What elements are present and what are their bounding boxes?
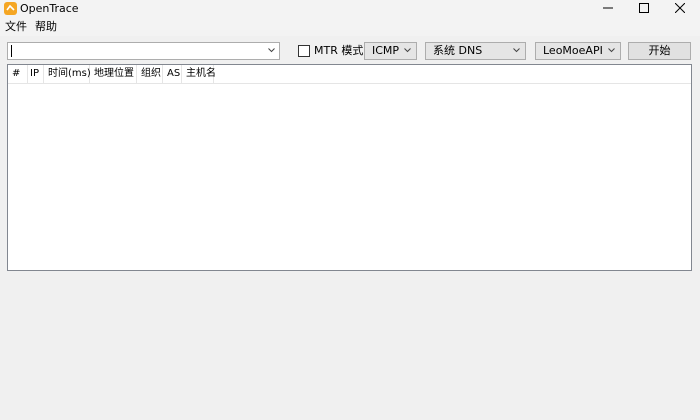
- app-window: OpenTrace 文件 帮助 MTR 模式 ICMP 系统 DNS LeoMo…: [0, 0, 700, 420]
- dns-select[interactable]: 系统 DNS: [425, 42, 526, 60]
- column-header-label: 主机名: [186, 68, 216, 79]
- column-header-location[interactable]: 地理位置: [90, 65, 137, 84]
- column-header-label: 时间(ms): [48, 68, 91, 79]
- mtr-mode-label[interactable]: MTR 模式: [314, 44, 363, 57]
- chevron-down-icon: [513, 48, 520, 53]
- column-header-hop[interactable]: #: [8, 65, 28, 84]
- chevron-down-icon: [608, 48, 615, 53]
- dns-select-value: 系统 DNS: [433, 44, 483, 57]
- column-header-label: #: [12, 68, 21, 79]
- opentrace-logo-icon: [4, 2, 17, 15]
- menu-help[interactable]: 帮助: [35, 20, 57, 33]
- maximize-button[interactable]: [624, 0, 664, 17]
- column-header-as[interactable]: AS: [163, 65, 182, 84]
- title-bar[interactable]: OpenTrace: [0, 0, 700, 17]
- column-header-hostname[interactable]: 主机名: [182, 65, 216, 84]
- results-table[interactable]: # IP 时间(ms) 地理位置 组织 AS 主机名: [7, 64, 692, 271]
- minimize-button[interactable]: [588, 0, 628, 17]
- api-select[interactable]: LeoMoeAPI: [535, 42, 621, 60]
- column-header-label: IP: [30, 68, 39, 79]
- window-title: OpenTrace: [20, 2, 79, 15]
- menu-bar: 文件 帮助: [0, 17, 700, 36]
- minimize-icon: [603, 7, 613, 9]
- mtr-mode-checkbox[interactable]: [298, 45, 310, 57]
- protocol-select-value: ICMP: [372, 44, 400, 57]
- column-header-time[interactable]: 时间(ms): [44, 65, 91, 84]
- api-select-value: LeoMoeAPI: [543, 44, 603, 57]
- start-button[interactable]: 开始: [628, 42, 691, 60]
- start-button-label: 开始: [648, 44, 671, 57]
- column-header-label: 地理位置: [94, 68, 134, 79]
- table-header: # IP 时间(ms) 地理位置 组织 AS 主机名: [8, 65, 691, 84]
- menu-file[interactable]: 文件: [5, 20, 27, 33]
- column-header-label: 组织: [141, 68, 161, 79]
- protocol-select[interactable]: ICMP: [364, 42, 417, 60]
- close-button[interactable]: [660, 0, 700, 17]
- column-header-organization[interactable]: 组织: [137, 65, 163, 84]
- close-icon: [675, 3, 685, 13]
- target-input[interactable]: [7, 42, 280, 60]
- column-header-ip[interactable]: IP: [28, 65, 44, 84]
- table-body: [8, 85, 691, 270]
- maximize-icon: [639, 3, 649, 13]
- chevron-down-icon[interactable]: [268, 48, 275, 53]
- column-header-label: AS: [167, 68, 181, 79]
- chevron-down-icon: [404, 48, 411, 53]
- text-caret: [11, 45, 12, 57]
